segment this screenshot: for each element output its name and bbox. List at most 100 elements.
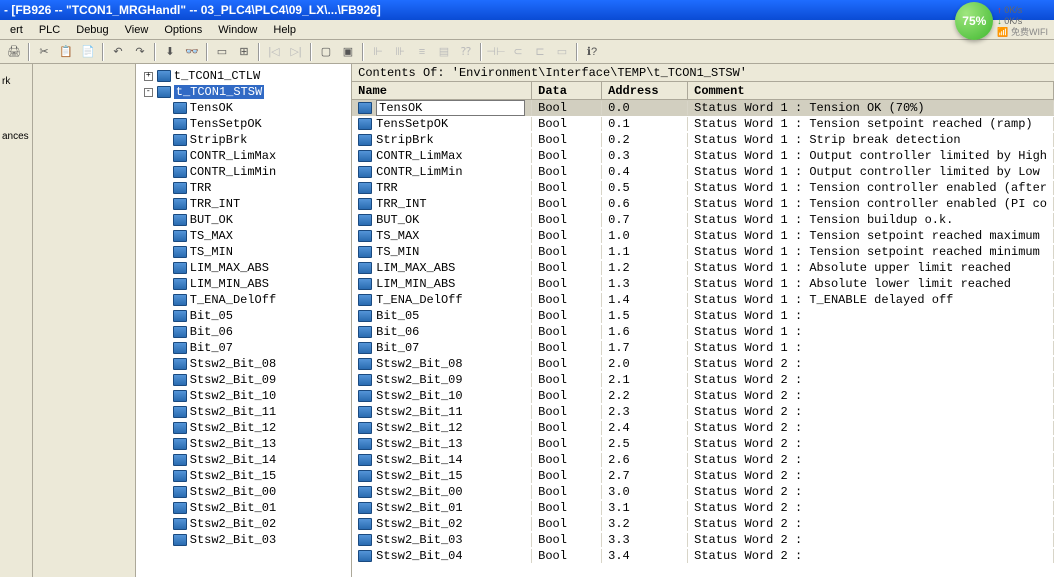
table-row[interactable]: TS_MINBool1.1Status Word 1 : Tension set… <box>352 244 1054 260</box>
table-row[interactable]: TRRBool0.5Status Word 1 : Tension contro… <box>352 180 1054 196</box>
menu-plc[interactable]: PLC <box>31 22 68 38</box>
view2-icon[interactable]: ▣ <box>338 42 358 62</box>
tree-item[interactable]: Stsw2_Bit_02 <box>136 516 351 532</box>
help-icon[interactable]: ℹ? <box>582 42 602 62</box>
block-icon[interactable]: ▭ <box>212 42 232 62</box>
table-row[interactable]: Stsw2_Bit_00Bool3.0Status Word 2 : <box>352 484 1054 500</box>
stl-icon[interactable]: ≡ <box>412 42 432 62</box>
table-row[interactable]: Stsw2_Bit_12Bool2.4Status Word 2 : <box>352 420 1054 436</box>
menubar: ert PLC Debug View Options Window Help <box>0 20 1054 40</box>
tree-item[interactable]: TRR <box>136 180 351 196</box>
box-icon[interactable]: ▭ <box>552 42 572 62</box>
nav-prev-icon[interactable]: |◁ <box>264 42 284 62</box>
branch-icon[interactable]: ⊏ <box>530 42 550 62</box>
table-row[interactable]: Bit_06Bool1.6Status Word 1 : <box>352 324 1054 340</box>
tree-item[interactable]: TS_MIN <box>136 244 351 260</box>
tree-item[interactable]: CONTR_LimMin <box>136 164 351 180</box>
table-row[interactable]: TS_MAXBool1.0Status Word 1 : Tension set… <box>352 228 1054 244</box>
table-row[interactable]: Stsw2_Bit_03Bool3.3Status Word 2 : <box>352 532 1054 548</box>
tree-panel[interactable]: +t_TCON1_CTLW-t_TCON1_STSWTensOKTensSetp… <box>136 64 352 577</box>
table-row[interactable]: Stsw2_Bit_09Bool2.1Status Word 2 : <box>352 372 1054 388</box>
menu-view[interactable]: View <box>117 22 157 38</box>
tree-item[interactable]: Stsw2_Bit_01 <box>136 500 351 516</box>
grid-body[interactable]: TensOKBool0.0Status Word 1 : Tension OK … <box>352 100 1054 577</box>
tree-item[interactable]: Bit_05 <box>136 308 351 324</box>
table-row[interactable]: StripBrkBool0.2Status Word 1 : Strip bre… <box>352 132 1054 148</box>
tree-item[interactable]: TensOK <box>136 100 351 116</box>
tree-item[interactable]: Stsw2_Bit_03 <box>136 532 351 548</box>
var-icon <box>358 262 372 274</box>
table-row[interactable]: CONTR_LimMinBool0.4Status Word 1 : Outpu… <box>352 164 1054 180</box>
redo-icon[interactable]: ↷ <box>130 42 150 62</box>
graph-icon[interactable]: ▤ <box>434 42 454 62</box>
table-row[interactable]: Bit_07Bool1.7Status Word 1 : <box>352 340 1054 356</box>
header-datatype[interactable]: Data Type <box>532 82 602 99</box>
tree-item[interactable]: Stsw2_Bit_14 <box>136 452 351 468</box>
table-row[interactable]: CONTR_LimMaxBool0.3Status Word 1 : Outpu… <box>352 148 1054 164</box>
tree-item[interactable]: LIM_MAX_ABS <box>136 260 351 276</box>
copy-icon[interactable]: 📋 <box>56 42 76 62</box>
download-icon[interactable]: ⬇ <box>160 42 180 62</box>
network-icon[interactable]: ⊞ <box>234 42 254 62</box>
table-row[interactable]: Stsw2_Bit_02Bool3.2Status Word 2 : <box>352 516 1054 532</box>
table-row[interactable]: BUT_OKBool0.7Status Word 1 : Tension bui… <box>352 212 1054 228</box>
table-row[interactable]: T_ENA_DelOffBool1.4Status Word 1 : T_ENA… <box>352 292 1054 308</box>
cut-icon[interactable]: ✂ <box>34 42 54 62</box>
tree-item[interactable]: Stsw2_Bit_13 <box>136 436 351 452</box>
table-row[interactable]: Stsw2_Bit_01Bool3.1Status Word 2 : <box>352 500 1054 516</box>
tree-item[interactable]: T_ENA_DelOff <box>136 292 351 308</box>
table-row[interactable]: LIM_MAX_ABSBool1.2Status Word 1 : Absolu… <box>352 260 1054 276</box>
menu-window[interactable]: Window <box>210 22 265 38</box>
fbd-icon[interactable]: ⊪ <box>390 42 410 62</box>
tree-item[interactable]: +t_TCON1_CTLW <box>136 68 351 84</box>
tree-item[interactable]: Bit_06 <box>136 324 351 340</box>
table-row[interactable]: Stsw2_Bit_15Bool2.7Status Word 2 : <box>352 468 1054 484</box>
menu-insert[interactable]: ert <box>2 22 31 38</box>
tree-item[interactable]: BUT_OK <box>136 212 351 228</box>
table-row[interactable]: Stsw2_Bit_11Bool2.3Status Word 2 : <box>352 404 1054 420</box>
undo-icon[interactable]: ↶ <box>108 42 128 62</box>
tree-item[interactable]: Stsw2_Bit_12 <box>136 420 351 436</box>
print-icon[interactable]: 🖨 <box>4 42 24 62</box>
view1-icon[interactable]: ▢ <box>316 42 336 62</box>
tree-item[interactable]: Stsw2_Bit_15 <box>136 468 351 484</box>
paste-icon[interactable]: 📄 <box>78 42 98 62</box>
tree-item[interactable]: TRR_INT <box>136 196 351 212</box>
lad-icon[interactable]: ⊩ <box>368 42 388 62</box>
table-row[interactable]: TRR_INTBool0.6Status Word 1 : Tension co… <box>352 196 1054 212</box>
tree-item[interactable]: LIM_MIN_ABS <box>136 276 351 292</box>
tree-item[interactable]: Stsw2_Bit_11 <box>136 404 351 420</box>
tree-item[interactable]: Bit_07 <box>136 340 351 356</box>
table-row[interactable]: TensSetpOKBool0.1Status Word 1 : Tension… <box>352 116 1054 132</box>
coil-icon[interactable]: ⊂ <box>508 42 528 62</box>
tree-item[interactable]: StripBrk <box>136 132 351 148</box>
table-row[interactable]: TensOKBool0.0Status Word 1 : Tension OK … <box>352 100 1054 116</box>
monitor-icon[interactable]: 👓 <box>182 42 202 62</box>
tree-item[interactable]: CONTR_LimMax <box>136 148 351 164</box>
table-row[interactable]: LIM_MIN_ABSBool1.3Status Word 1 : Absolu… <box>352 276 1054 292</box>
tree-item[interactable]: Stsw2_Bit_10 <box>136 388 351 404</box>
tree-item[interactable]: Stsw2_Bit_08 <box>136 356 351 372</box>
table-row[interactable]: Stsw2_Bit_13Bool2.5Status Word 2 : <box>352 436 1054 452</box>
table-row[interactable]: Bit_05Bool1.5Status Word 1 : <box>352 308 1054 324</box>
tree-item[interactable]: Stsw2_Bit_09 <box>136 372 351 388</box>
tree-item[interactable]: -t_TCON1_STSW <box>136 84 351 100</box>
unknown-icon[interactable]: ⁇ <box>456 42 476 62</box>
menu-options[interactable]: Options <box>156 22 210 38</box>
header-name[interactable]: Name <box>352 82 532 99</box>
tree-item[interactable]: Stsw2_Bit_00 <box>136 484 351 500</box>
expand-toggle-icon[interactable]: - <box>144 88 153 97</box>
expand-toggle-icon[interactable]: + <box>144 72 153 81</box>
table-row[interactable]: Stsw2_Bit_08Bool2.0Status Word 2 : <box>352 356 1054 372</box>
menu-help[interactable]: Help <box>265 22 304 38</box>
nav-next-icon[interactable]: ▷| <box>286 42 306 62</box>
contact-icon[interactable]: ⊣⊢ <box>486 42 506 62</box>
table-row[interactable]: Stsw2_Bit_14Bool2.6Status Word 2 : <box>352 452 1054 468</box>
header-comment[interactable]: Comment <box>688 82 1054 99</box>
menu-debug[interactable]: Debug <box>68 22 116 38</box>
table-row[interactable]: Stsw2_Bit_04Bool3.4Status Word 2 : <box>352 548 1054 564</box>
tree-item[interactable]: TS_MAX <box>136 228 351 244</box>
table-row[interactable]: Stsw2_Bit_10Bool2.2Status Word 2 : <box>352 388 1054 404</box>
header-address[interactable]: Address <box>602 82 688 99</box>
tree-item[interactable]: TensSetpOK <box>136 116 351 132</box>
